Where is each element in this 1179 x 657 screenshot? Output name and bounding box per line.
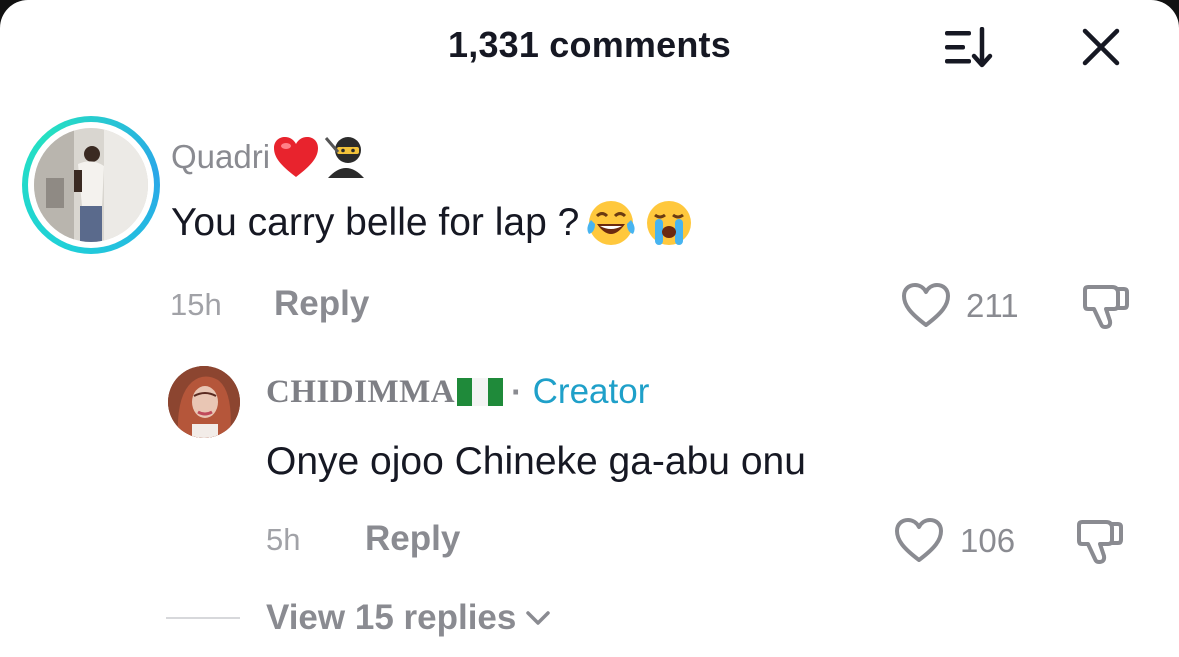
avatar-photo	[34, 128, 148, 242]
thumbs-down-icon[interactable]	[1074, 514, 1126, 566]
red-heart-icon	[274, 137, 319, 177]
comment-text: You carry belle for lap ?	[171, 198, 695, 248]
creator-badge: Creator	[532, 372, 650, 411]
separator-dot: ·	[511, 373, 523, 410]
comment-username[interactable]: CHIDIMMA · Creator	[266, 372, 649, 412]
username-text: Quadri	[171, 138, 271, 175]
avatar-quadri[interactable]	[22, 116, 160, 254]
comments-sheet: 1,331 comments Quadri You carry belle fo…	[0, 0, 1179, 657]
heart-outline-icon[interactable]	[893, 516, 945, 564]
comment-timestamp: 5h	[266, 522, 301, 557]
ninja-icon	[324, 137, 365, 178]
reply-button[interactable]: Reply	[365, 519, 460, 559]
replies-divider	[166, 617, 240, 619]
sort-icon[interactable]	[943, 27, 995, 69]
loudly-crying-face-icon	[647, 201, 692, 245]
like-count: 106	[960, 522, 1016, 559]
username-text: CHIDIMMA	[266, 373, 456, 410]
avatar-chidimma[interactable]	[168, 366, 240, 438]
view-replies-button[interactable]: View 15 replies	[266, 598, 552, 638]
reply-button[interactable]: Reply	[274, 284, 369, 324]
like-count: 211	[966, 287, 1019, 324]
face-with-tears-of-joy-icon	[587, 201, 635, 245]
view-replies-label: View 15 replies	[266, 598, 517, 637]
thumbs-down-icon[interactable]	[1080, 279, 1132, 331]
comment-timestamp: 15h	[170, 287, 222, 322]
comment-body: You carry belle for lap ?	[171, 201, 580, 244]
heart-outline-icon[interactable]	[900, 281, 952, 329]
chevron-down-icon	[526, 611, 551, 625]
close-icon[interactable]	[1080, 26, 1122, 68]
comments-count-title: 1,331 comments	[448, 24, 731, 65]
comment-text: Onye ojoo Chineke ga-abu onu	[266, 440, 806, 484]
comment-username[interactable]: Quadri	[171, 134, 370, 180]
nigeria-flag-icon	[457, 378, 504, 406]
comment-body: Onye ojoo Chineke ga-abu onu	[266, 440, 806, 483]
